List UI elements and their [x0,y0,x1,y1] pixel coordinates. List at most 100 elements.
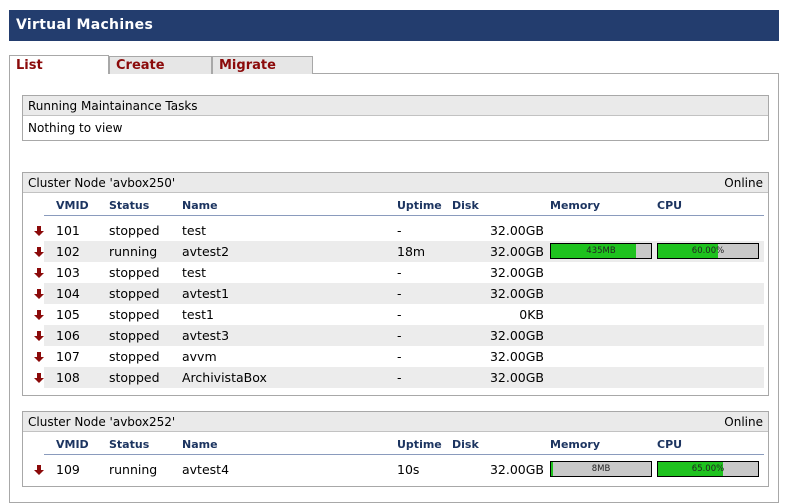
vm-id: 107 [56,349,80,364]
vm-id: 105 [56,307,80,322]
cluster-header: Cluster Node 'avbox250' Online [23,173,768,193]
column-header-vmid[interactable]: VMID [56,193,89,215]
vm-disk: 32.00GB [489,462,544,477]
down-arrow-icon[interactable] [34,226,44,236]
vm-uptime: - [397,286,402,301]
tab-create[interactable]: Create [109,56,212,74]
vm-disk: 0KB [519,307,544,322]
maintenance-empty-text: Nothing to view [28,121,123,135]
vm-disk: 32.00GB [489,265,544,280]
header-divider [44,454,764,455]
vm-cpu-label: 65.00% [691,464,725,474]
vm-name: avtest4 [182,462,230,477]
cluster-title: Cluster Node 'avbox250' [28,176,176,190]
vm-disk: 32.00GB [489,286,544,301]
vm-id: 106 [56,328,80,343]
column-header-name[interactable]: Name [182,193,218,215]
column-header-cpu[interactable]: CPU [657,432,682,454]
vm-uptime: - [397,370,402,385]
vm-cpu-label: 60.00% [691,246,725,256]
column-header-disk[interactable]: Disk [452,432,479,454]
column-header-name[interactable]: Name [182,432,218,454]
vm-status: stopped [109,223,160,238]
down-arrow-icon[interactable] [34,289,44,299]
maintenance-panel: Running Maintainance Tasks Nothing to vi… [22,95,769,141]
header-divider [44,215,764,216]
vm-id: 108 [56,370,80,385]
vm-name: test [182,223,207,238]
vm-status: stopped [109,265,160,280]
vm-status: stopped [109,370,160,385]
vm-status: stopped [109,349,160,364]
maintenance-header: Running Maintainance Tasks [23,96,768,116]
vm-id: 102 [56,244,80,259]
vm-disk: 32.00GB [489,370,544,385]
column-header-uptime[interactable]: Uptime [397,193,442,215]
vm-name: avvm [182,349,217,364]
vm-memory-label: 435MB [586,246,616,256]
vm-row-106[interactable]: 106 stopped avtest3 - 32.00GB [23,325,768,346]
tab-list[interactable]: List [9,55,109,74]
vm-status: running [109,244,158,259]
vm-uptime: - [397,328,402,343]
page-title: Virtual Machines [9,10,779,41]
vm-name: avtest3 [182,328,230,343]
vm-uptime: 10s [397,462,420,477]
vm-disk: 32.00GB [489,328,544,343]
vm-name: ArchivistaBox [182,370,267,385]
cluster-title: Cluster Node 'avbox252' [28,415,176,429]
vm-uptime: - [397,265,402,280]
vm-row-109[interactable]: 109 running avtest4 10s 32.00GB 8MB 65.00% [23,459,768,480]
tab-content: Running Maintainance Tasks Nothing to vi… [9,73,779,503]
vm-memory-bar: 8MB [550,461,652,477]
vm-uptime: - [397,223,402,238]
vm-uptime: - [397,307,402,322]
vm-name: avtest2 [182,244,230,259]
vm-uptime: - [397,349,402,364]
vm-row-102[interactable]: 102 running avtest2 18m 32.00GB 435MB 60.00% [23,241,768,262]
cluster-header: Cluster Node 'avbox252' Online [23,412,768,432]
vm-status: stopped [109,328,160,343]
vm-disk: 32.00GB [489,244,544,259]
vm-row-107[interactable]: 107 stopped avvm - 32.00GB [23,346,768,367]
down-arrow-icon[interactable] [34,331,44,341]
vm-row-105[interactable]: 105 stopped test1 - 0KB [23,304,768,325]
column-header-status[interactable]: Status [109,193,149,215]
down-arrow-icon[interactable] [34,268,44,278]
down-arrow-icon[interactable] [34,352,44,362]
vm-status: stopped [109,286,160,301]
column-header-cpu[interactable]: CPU [657,193,682,215]
down-arrow-icon[interactable] [34,247,44,257]
vm-id: 101 [56,223,80,238]
vm-name: avtest1 [182,286,230,301]
column-header-status[interactable]: Status [109,432,149,454]
vm-row-101[interactable]: 101 stopped test - 32.00GB [23,220,768,241]
vm-name: test [182,265,207,280]
column-header-uptime[interactable]: Uptime [397,432,442,454]
down-arrow-icon[interactable] [34,373,44,383]
cluster-status: Online [724,176,763,190]
vm-memory-bar: 435MB [550,243,652,259]
vm-uptime: 18m [397,244,426,259]
column-header-vmid[interactable]: VMID [56,432,89,454]
vm-id: 104 [56,286,80,301]
cluster-panel-avbox250: Cluster Node 'avbox250' Online VMID Statu… [22,172,769,396]
tab-migrate[interactable]: Migrate [212,56,313,74]
vm-memory-label: 8MB [591,464,611,474]
column-header-memory[interactable]: Memory [550,193,600,215]
down-arrow-icon[interactable] [34,310,44,320]
vm-row-104[interactable]: 104 stopped avtest1 - 32.00GB [23,283,768,304]
vm-row-108[interactable]: 108 stopped ArchivistaBox - 32.00GB [23,367,768,388]
cluster-panel-avbox252: Cluster Node 'avbox252' Online VMID Statu… [22,411,769,487]
maintenance-title: Running Maintainance Tasks [28,99,198,113]
vm-status: stopped [109,307,160,322]
vm-status: running [109,462,158,477]
vm-row-103[interactable]: 103 stopped test - 32.00GB [23,262,768,283]
column-header-memory[interactable]: Memory [550,432,600,454]
down-arrow-icon[interactable] [34,465,44,475]
cluster-status: Online [724,415,763,429]
vm-cpu-bar: 65.00% [657,461,759,477]
column-header-disk[interactable]: Disk [452,193,479,215]
vm-disk: 32.00GB [489,223,544,238]
vm-name: test1 [182,307,214,322]
